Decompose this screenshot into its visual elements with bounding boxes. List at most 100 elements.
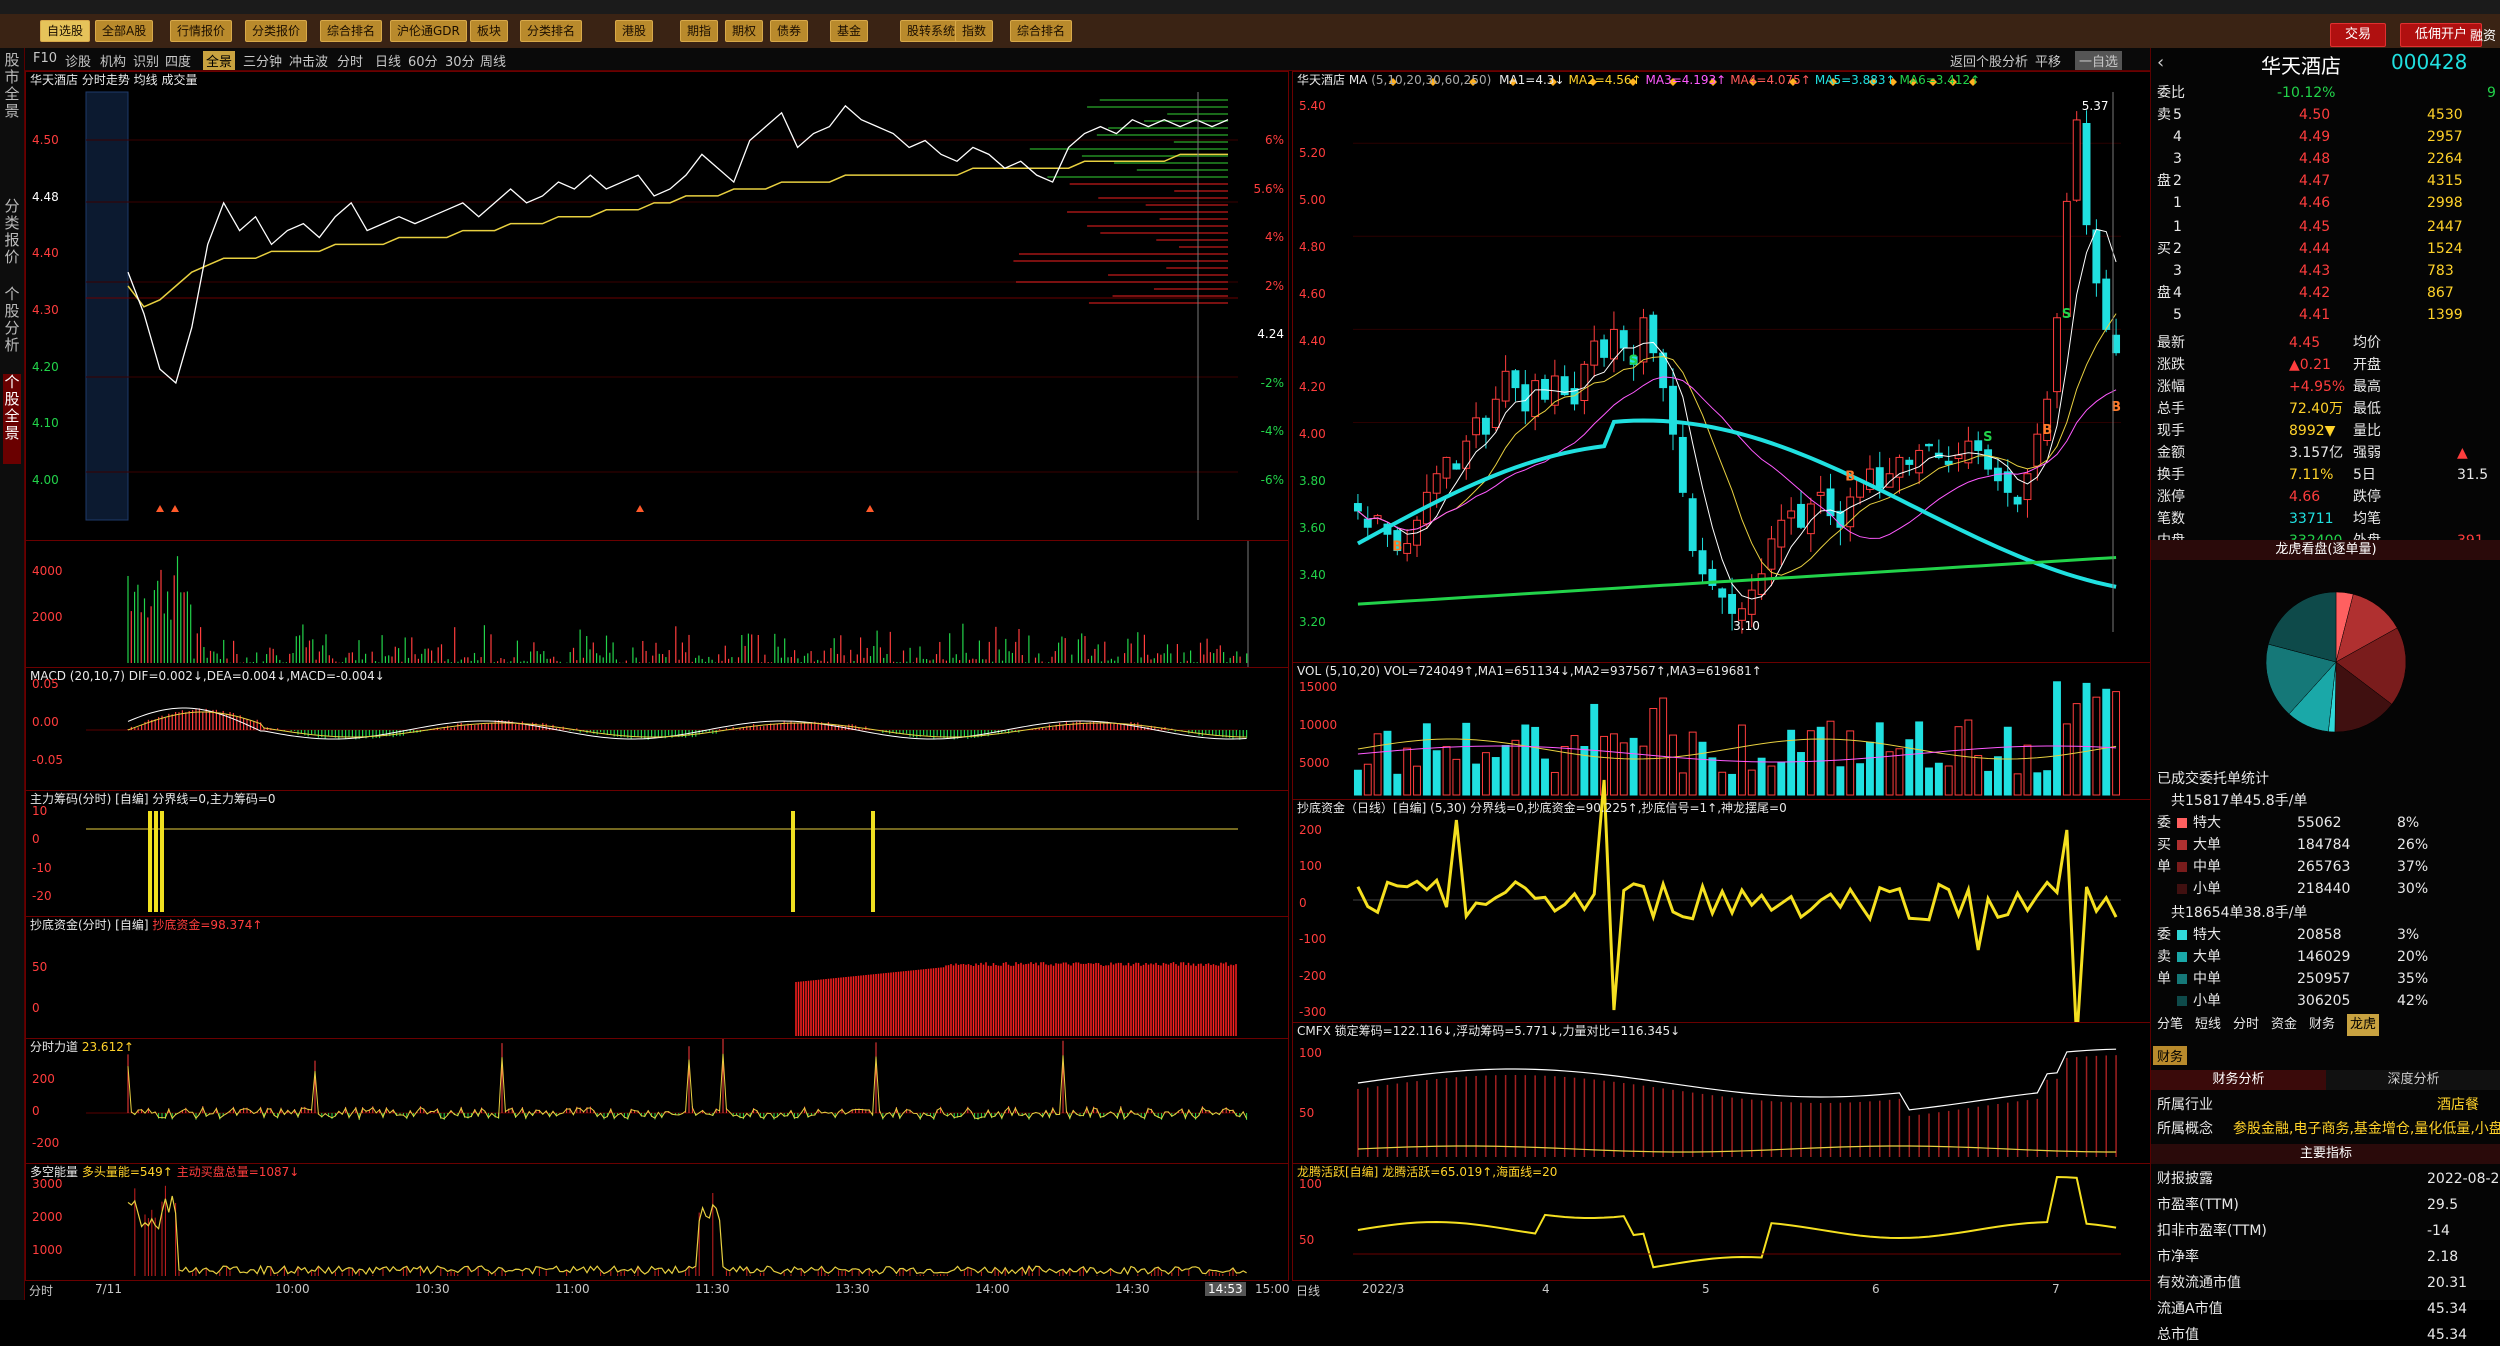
- cmfx-panel[interactable]: CMFX 锁定筹码=122.116↓,浮动筹码=5.771↓,力量对比=116.…: [1292, 1022, 2152, 1164]
- chip-bar: [791, 811, 795, 912]
- candle-body: [1403, 543, 1412, 554]
- intraday-force-panel[interactable]: 分时力道 23.612↑ 200 0 -200: [25, 1038, 1289, 1164]
- quote-tab-3[interactable]: 资金: [2271, 1014, 2297, 1036]
- menu-button-10[interactable]: 期权: [725, 20, 764, 42]
- axis-tick-label: 0: [32, 832, 40, 847]
- menu-button-12[interactable]: 基金: [830, 20, 869, 42]
- menu-button-15[interactable]: 综合排名: [1010, 20, 1073, 42]
- view-tab-11[interactable]: 30分: [445, 51, 475, 70]
- finance-analysis-tab[interactable]: 财务分析: [2151, 1070, 2326, 1090]
- metric-value: 45.34: [2427, 1301, 2468, 1317]
- volume-bar: [1481, 752, 1490, 796]
- right-tab-1[interactable]: 平移: [2035, 51, 2061, 70]
- menu-button-0[interactable]: 自选股: [40, 20, 91, 42]
- nav-category-quotes[interactable]: 分类报价: [3, 198, 21, 268]
- volume-bar: [1836, 766, 1845, 796]
- long-short-energy-panel[interactable]: 多空能量 多头量能=549↑ 主动买盘总量=1087↓ 3000 2000 1000: [25, 1163, 1289, 1281]
- stat-value: 4.45: [2289, 335, 2321, 351]
- date-axis-label[interactable]: 日线: [1296, 1282, 1320, 1299]
- view-tab-9[interactable]: 日线: [375, 51, 401, 70]
- volume: 184784: [2297, 837, 2351, 853]
- view-tab-2[interactable]: 机构: [100, 51, 126, 70]
- main-chips-panel[interactable]: 主力筹码(分时) [自编] 分界线=0,主力筹码=0 10 0 -10 -20: [25, 790, 1289, 917]
- sell-level-4: 1 4.46 2998: [2157, 192, 2497, 214]
- kline-volume-panel[interactable]: VOL (5,10,20) VOL=724049↑,MA1=651134↓,MA…: [1292, 662, 2152, 800]
- quote-tab-4[interactable]: 财务: [2309, 1014, 2335, 1036]
- view-tab-8[interactable]: 分时: [337, 51, 363, 70]
- stat-key: 最新: [2157, 335, 2185, 351]
- trade-button[interactable]: 交易: [2330, 23, 2387, 47]
- swatch: [2177, 862, 2187, 872]
- nav-stock-analysis[interactable]: 个股分析: [3, 286, 21, 356]
- menu-button-8[interactable]: 港股: [615, 20, 654, 42]
- menu-button-6[interactable]: 板块: [470, 20, 509, 42]
- candle-body: [1688, 498, 1697, 552]
- volume-bar: [1442, 746, 1451, 796]
- menu-button-4[interactable]: 综合排名: [320, 20, 383, 42]
- view-tab-0[interactable]: F10: [33, 51, 57, 66]
- view-tab-5[interactable]: 全景: [203, 51, 236, 70]
- time-axis-label[interactable]: 分时: [29, 1282, 53, 1299]
- quote-tab-0[interactable]: 分笔: [2157, 1014, 2183, 1036]
- axis-tick-label: -200: [1299, 968, 1327, 983]
- quote-tab-2[interactable]: 分时: [2233, 1014, 2259, 1036]
- kline-price-panel[interactable]: B S B S B S B 5.37 3.10 华天酒店 MA (5,10,20,30,60,2…: [1292, 71, 2152, 663]
- view-tab-4[interactable]: 四度: [165, 51, 191, 70]
- bottom-fishing-panel[interactable]: 抄底资金(分时) [自编] 抄底资金=98.374↑ 50 0: [25, 916, 1289, 1039]
- back-arrow-icon[interactable]: ‹: [2157, 52, 2164, 73]
- view-tab-1[interactable]: 诊股: [65, 51, 91, 70]
- quote-tab-5[interactable]: 龙虎: [2347, 1014, 2380, 1036]
- volume-bar: [1521, 724, 1530, 796]
- menu-button-5[interactable]: 沪伦通GDR: [390, 20, 467, 42]
- view-tab-7[interactable]: 冲击波: [289, 51, 328, 70]
- view-tab-6[interactable]: 三分钟: [243, 51, 282, 70]
- long-short-title: 多空能量 多头量能=549↑ 主动买盘总量=1087↓: [30, 1165, 300, 1179]
- menu-button-3[interactable]: 分类报价: [245, 20, 308, 42]
- menu-button-2[interactable]: 行情报价: [170, 20, 233, 42]
- level: 3: [2173, 263, 2182, 279]
- industry-value: 酒店餐: [2437, 1097, 2479, 1113]
- volume-bar: [1560, 746, 1569, 796]
- candle-body: [1816, 491, 1825, 496]
- menu-button-9[interactable]: 期指: [680, 20, 719, 42]
- nav-stock-panorama[interactable]: 个股全景: [3, 374, 21, 464]
- intraday-price-panel[interactable]: 华天酒店 分时走势 均线 成交量 4.50 4.48 4.40 4.30 4.20 4.1…: [25, 71, 1289, 541]
- volume-bar: [1609, 733, 1618, 796]
- menu-button-13[interactable]: 股转系统: [900, 20, 963, 42]
- macd-panel[interactable]: MACD (20,10,7) DIF=0.002↓,DEA=0.004↓,MAC…: [25, 667, 1289, 791]
- menu-button-1[interactable]: 全部A股: [95, 20, 154, 42]
- menu-button-14[interactable]: 指数: [955, 20, 994, 42]
- candle-body: [1767, 538, 1776, 570]
- metric-key: 有效流通市值: [2157, 1275, 2241, 1291]
- right-tab-0[interactable]: 返回个股分析: [1950, 51, 2028, 70]
- fund-line: [1356, 779, 2118, 1041]
- price: 4.48: [2299, 151, 2331, 167]
- buy-level-0: 1 4.45 2447: [2157, 216, 2497, 238]
- intraday-volume-panel[interactable]: 4000 2000: [25, 540, 1289, 668]
- view-tab-10[interactable]: 60分: [408, 51, 438, 70]
- chart-canvas: [86, 1038, 1248, 1121]
- time-axis-label: 14:00: [975, 1282, 1010, 1296]
- weibi-row: 委比 -10.12% 9: [2157, 82, 2497, 104]
- candle-body: [1639, 317, 1648, 363]
- nav-market-overview[interactable]: 股市全景: [3, 52, 21, 122]
- trade-signal: S: [1983, 430, 1992, 445]
- quote-tab-1[interactable]: 短线: [2195, 1014, 2221, 1036]
- stat-key: 最高: [2353, 379, 2381, 395]
- margin-link[interactable]: 融资: [2470, 25, 2496, 44]
- right-tab-2[interactable]: 一自选: [2075, 51, 2123, 70]
- candle-body: [1678, 436, 1687, 493]
- deep-analysis-tab[interactable]: 深度分析: [2326, 1070, 2500, 1090]
- kline-bottom-fishing-panel[interactable]: 抄底资金（日线）[自编] (5,30) 分界线=0,抄底资金=90.225↑,抄…: [1292, 779, 2152, 1041]
- price: 4.44: [2299, 241, 2331, 257]
- buy-level-2: 3 4.43 783: [2157, 260, 2497, 282]
- menu-button-7[interactable]: 分类排名: [520, 20, 583, 42]
- view-tab-3[interactable]: 识别: [133, 51, 159, 70]
- size-name: 大单: [2193, 837, 2221, 853]
- candle-body: [1984, 449, 1993, 470]
- finance-tab[interactable]: 财务: [2153, 1046, 2188, 1065]
- stock-code: 000428: [2391, 50, 2468, 74]
- menu-button-11[interactable]: 债券: [770, 20, 809, 42]
- dragon-active-panel[interactable]: 龙腾活跃[自编] 龙腾活跃=65.019↑,海面线=20 100 50: [1292, 1163, 2152, 1281]
- view-tab-12[interactable]: 周线: [480, 51, 506, 70]
